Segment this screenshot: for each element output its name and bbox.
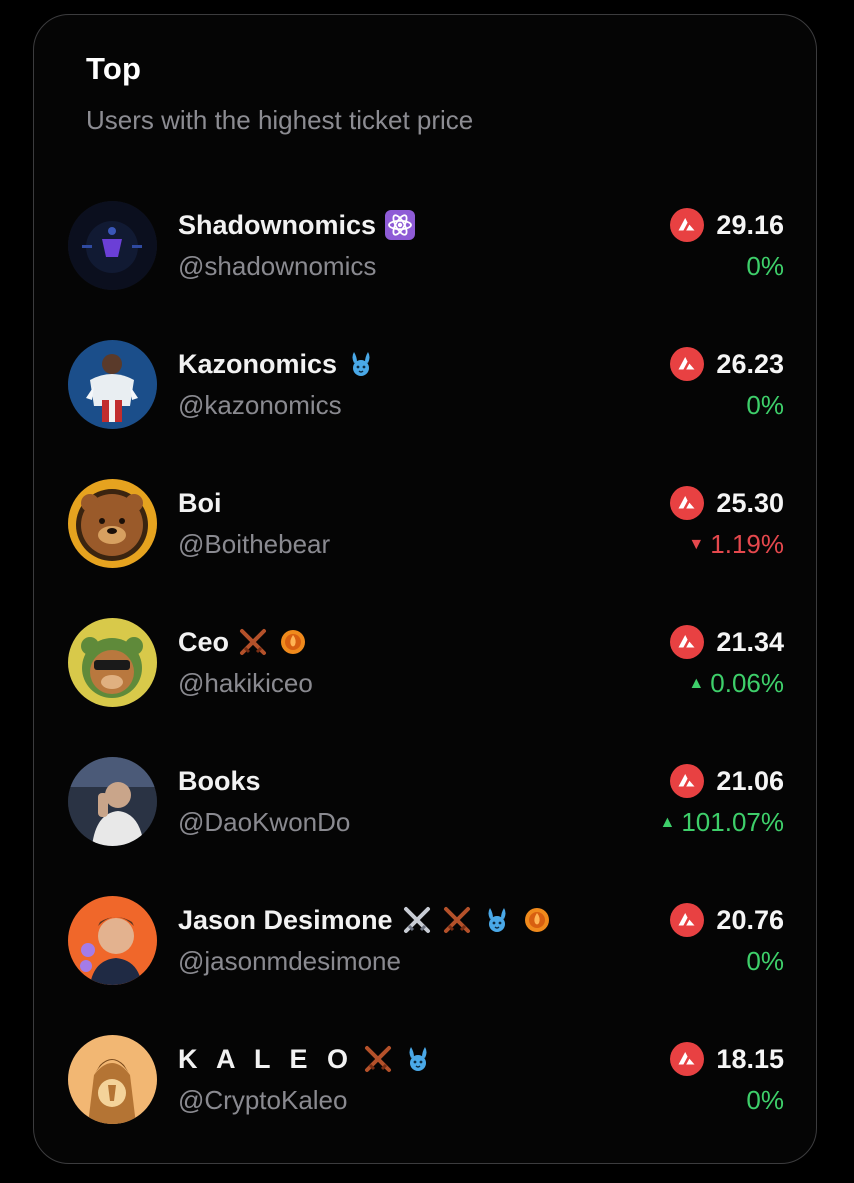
- user-row[interactable]: Kazonomics @kazonomics 26.23 0%: [68, 340, 784, 440]
- ticket-price: 26.23: [716, 348, 784, 379]
- leaderboard-card: Top Users with the highest ticket price …: [33, 14, 817, 1164]
- avatar[interactable]: [68, 479, 157, 568]
- change-value: 0%: [746, 946, 784, 976]
- user-handle[interactable]: @shadownomics: [178, 251, 376, 282]
- change-value: 0.06%: [710, 668, 784, 698]
- user-row[interactable]: Shadownomics @shadownomics 29.16 0%: [68, 201, 784, 301]
- card-subtitle: Users with the highest ticket price: [86, 105, 474, 135]
- user-row[interactable]: Ceo @hakikiceo 21.34 ▲ 0.06%: [68, 618, 784, 718]
- crossed-swords-bronze-icon: [237, 626, 269, 658]
- price-change: ▲ 101.07%: [660, 807, 785, 838]
- name-line: K A L E O: [178, 1041, 434, 1077]
- bunny-icon: [402, 1043, 434, 1075]
- user-handle[interactable]: @CryptoKaleo: [178, 1085, 347, 1116]
- avatar[interactable]: [68, 896, 157, 985]
- price-line: 25.30: [670, 485, 784, 521]
- display-name[interactable]: Shadownomics: [178, 210, 376, 241]
- display-name[interactable]: Boi: [178, 488, 222, 519]
- price-change: ▼ 1.19%: [688, 529, 784, 560]
- display-name[interactable]: Kazonomics: [178, 349, 337, 380]
- avatar[interactable]: [68, 618, 157, 707]
- change-value: 0%: [746, 251, 784, 281]
- display-name[interactable]: Ceo: [178, 627, 229, 658]
- crossed-swords-bronze-icon: [362, 1043, 394, 1075]
- bunny-icon: [481, 904, 513, 936]
- avax-icon: [670, 347, 705, 381]
- price-line: 26.23: [670, 346, 784, 382]
- name-line: Shadownomics: [178, 207, 416, 243]
- user-handle[interactable]: @DaoKwonDo: [178, 807, 350, 838]
- triangle-up-icon: ▲: [688, 674, 705, 692]
- price-change: 0%: [746, 251, 784, 282]
- ticket-price: 21.34: [716, 626, 784, 657]
- price-line: 20.76: [670, 902, 784, 938]
- user-row[interactable]: K A L E O @CryptoKaleo 18.15 0%: [68, 1035, 784, 1135]
- price-line: 21.34: [670, 624, 784, 660]
- name-line: Kazonomics: [178, 346, 377, 382]
- user-row[interactable]: Jason Desimone @jasonmdesimone 20.76 0%: [68, 896, 784, 996]
- ticket-price: 18.15: [716, 1043, 784, 1074]
- ticket-price: 25.30: [716, 487, 784, 518]
- avax-icon: [670, 625, 705, 659]
- avax-icon: [670, 764, 705, 798]
- crossed-swords-silver-icon: [401, 904, 433, 936]
- avatar[interactable]: [68, 340, 157, 429]
- ticket-price: 21.06: [716, 765, 784, 796]
- atom-emoji-icon: [384, 209, 416, 241]
- user-handle[interactable]: @kazonomics: [178, 390, 342, 421]
- bunny-icon: [345, 348, 377, 380]
- change-value: 0%: [746, 1085, 784, 1115]
- user-row[interactable]: Books @DaoKwonDo 21.06 ▲ 101.07%: [68, 757, 784, 857]
- price-change: ▲ 0.06%: [688, 668, 784, 699]
- triangle-up-icon: ▲: [659, 813, 676, 831]
- avax-icon: [670, 1042, 705, 1076]
- change-value: 101.07%: [681, 807, 784, 837]
- price-change: 0%: [746, 1085, 784, 1116]
- user-handle[interactable]: @jasonmdesimone: [178, 946, 401, 977]
- name-line: Jason Desimone: [178, 902, 553, 938]
- price-change: 0%: [746, 390, 784, 421]
- name-line: Books: [178, 763, 261, 799]
- card-title: Top: [86, 51, 142, 86]
- display-name[interactable]: Books: [178, 766, 261, 797]
- avatar[interactable]: [68, 757, 157, 846]
- avatar[interactable]: [68, 201, 157, 290]
- crossed-swords-bronze-icon: [441, 904, 473, 936]
- change-value: 1.19%: [710, 529, 784, 559]
- name-line: Boi: [178, 485, 222, 521]
- display-name[interactable]: Jason Desimone: [178, 905, 393, 936]
- price-line: 18.15: [670, 1041, 784, 1077]
- ticket-price: 29.16: [716, 209, 784, 240]
- ticket-price: 20.76: [716, 904, 784, 935]
- price-line: 21.06: [670, 763, 784, 799]
- user-handle[interactable]: @Boithebear: [178, 529, 330, 560]
- triangle-down-icon: ▼: [688, 535, 705, 553]
- avatar[interactable]: [68, 1035, 157, 1124]
- avax-icon: [670, 208, 705, 242]
- avax-icon: [670, 486, 705, 520]
- name-line: Ceo: [178, 624, 309, 660]
- user-row[interactable]: Boi @Boithebear 25.30 ▼ 1.19%: [68, 479, 784, 579]
- orange-flame-coin-icon: [521, 904, 553, 936]
- display-name[interactable]: K A L E O: [178, 1044, 354, 1075]
- user-handle[interactable]: @hakikiceo: [178, 668, 313, 699]
- orange-flame-coin-icon: [277, 626, 309, 658]
- avax-icon: [670, 903, 705, 937]
- change-value: 0%: [746, 390, 784, 420]
- price-line: 29.16: [670, 207, 784, 243]
- price-change: 0%: [746, 946, 784, 977]
